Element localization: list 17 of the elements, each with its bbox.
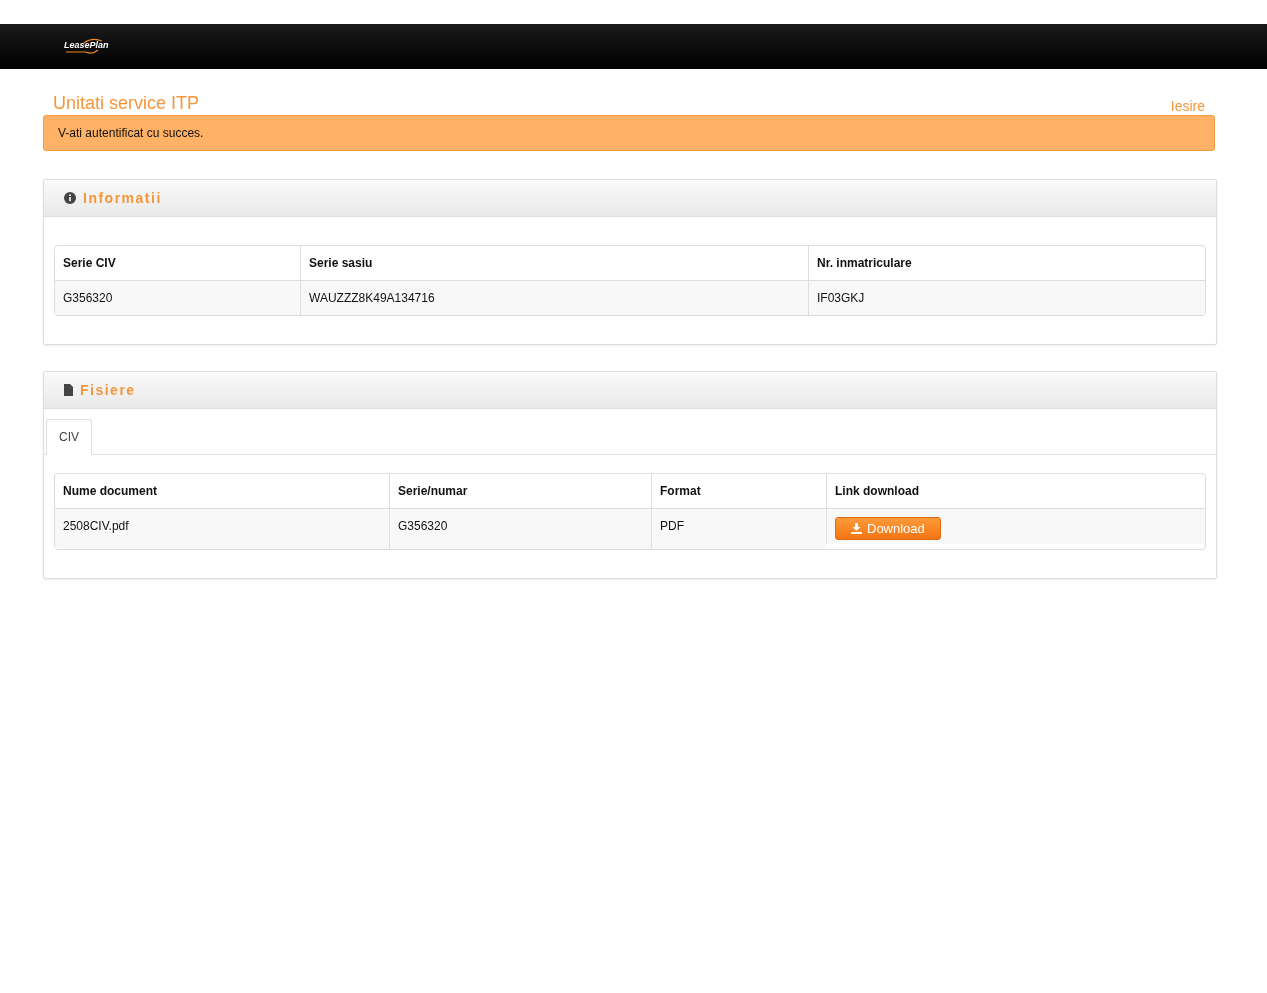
column-header: Serie CIV [62,255,117,272]
column-header: Nume document [62,483,158,500]
table-cell: IF03GKJ [808,280,1205,315]
info-icon [64,192,76,204]
panel-title: Informatii [83,190,162,206]
logo-text[interactable]: LeasePlan [64,39,109,50]
tab[interactable]: CIV [46,419,92,455]
table-cell: WAUZZZ8K49A134716 [300,280,808,315]
page-title: Unitati service ITP [53,93,200,114]
success-alert: V-ati autentificat cu succes. [43,115,1215,151]
table-cell: G356320 [55,280,300,315]
table-cell: G356320 [389,508,651,549]
panel-title: Fisiere [80,382,136,398]
file-icon [64,384,73,396]
table-cell: 2508CIV.pdf [55,508,389,549]
table-cell: PDF [651,508,826,549]
download-icon [851,523,862,534]
